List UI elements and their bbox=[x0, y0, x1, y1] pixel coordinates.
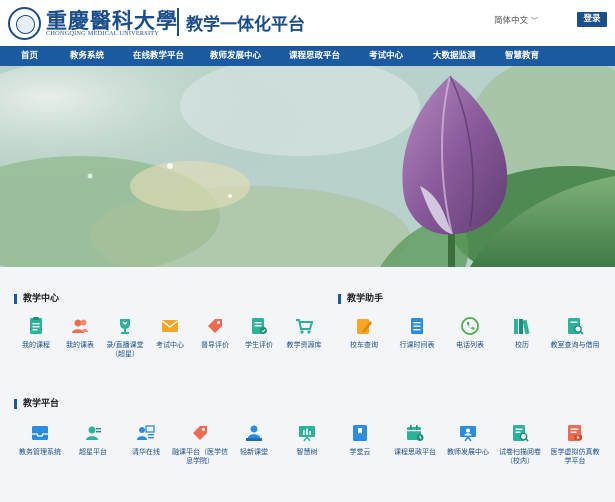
nav-item-ideology-platform[interactable]: 课程思政平台 bbox=[289, 46, 340, 66]
section-title-teaching-assistant: 教学助手 bbox=[338, 294, 383, 304]
users-icon bbox=[72, 319, 88, 333]
tile-recorded-live-class[interactable]: 录/直播课堂（超星） bbox=[103, 317, 147, 359]
tile-zhihuishu[interactable]: 智慧树 bbox=[285, 424, 329, 457]
teacher-icon bbox=[137, 425, 155, 440]
tile-label: 教师发展中心 bbox=[447, 448, 489, 456]
sim-icon bbox=[568, 425, 582, 441]
tile-supervisor-evaluation[interactable]: 督导评价 bbox=[193, 317, 237, 350]
main-nav: 首页 教务系统 在线教学平台 教师发展中心 课程思政平台 考试中心 大数据监测 … bbox=[0, 46, 615, 66]
platform-title: 教学一体化平台 bbox=[186, 15, 305, 35]
tile-my-schedule[interactable]: 我的课表 bbox=[58, 317, 102, 350]
tile-academic-management[interactable]: 教务管理系统 bbox=[16, 424, 64, 457]
tile-teaching-resources[interactable]: 教学资源库 bbox=[282, 317, 326, 350]
list-icon bbox=[411, 318, 423, 334]
tile-light-class[interactable]: 轻新课堂 bbox=[232, 424, 276, 457]
tile-label: 行课时间表 bbox=[399, 341, 435, 349]
nav-item-online-teaching[interactable]: 在线教学平台 bbox=[133, 46, 184, 66]
tile-label: 录/直播课堂（超星） bbox=[106, 341, 144, 358]
search-doc-icon bbox=[568, 318, 584, 335]
tile-label: 试卷扫描阅卷（校内） bbox=[499, 448, 541, 465]
inbox-icon bbox=[32, 426, 48, 440]
tile-tsinghua-online[interactable]: 清华在线 bbox=[124, 424, 168, 457]
tile-school-bus[interactable]: 校车查询 bbox=[342, 317, 386, 350]
section-title-teaching-platform: 教学平台 bbox=[14, 399, 59, 409]
phone-icon bbox=[461, 317, 479, 335]
tile-student-evaluation[interactable]: 学生评价 bbox=[237, 317, 281, 350]
tile-xuetangyun[interactable]: 学堂云 bbox=[338, 424, 382, 457]
form-icon bbox=[252, 318, 267, 334]
tile-label: 清华在线 bbox=[132, 448, 160, 456]
tile-school-calendar[interactable]: 校历 bbox=[500, 317, 544, 350]
doc-icon bbox=[30, 317, 42, 334]
scan-icon bbox=[513, 425, 529, 442]
tag-icon bbox=[208, 319, 222, 333]
title-divider bbox=[177, 8, 179, 36]
tile-label: 考试中心 bbox=[156, 341, 184, 349]
language-label: 简体中文 bbox=[494, 16, 529, 26]
hero-banner-image bbox=[0, 66, 615, 267]
tile-label: 智慧树 bbox=[296, 448, 318, 456]
class-icon bbox=[246, 425, 262, 441]
tile-label: 轻新课堂 bbox=[240, 448, 268, 456]
cart-icon bbox=[296, 319, 313, 334]
tile-label: 我的课程 bbox=[22, 341, 50, 349]
nav-item-smart-education[interactable]: 智慧教育 bbox=[505, 46, 539, 66]
nav-item-home[interactable]: 首页 bbox=[21, 46, 38, 66]
tile-label: 电话列表 bbox=[456, 341, 484, 349]
tile-my-courses[interactable]: 我的课程 bbox=[14, 317, 58, 350]
tile-ideology-course[interactable]: 课程思政平台 bbox=[389, 424, 441, 457]
tile-chaoxing[interactable]: 超星平台 bbox=[71, 424, 115, 457]
edit-icon bbox=[357, 319, 372, 334]
tile-label: 教学资源库 bbox=[286, 341, 322, 349]
calendar-icon bbox=[407, 425, 424, 441]
tile-label: 教务管理系统 bbox=[19, 448, 61, 456]
nav-item-teacher-development[interactable]: 教师发展中心 bbox=[210, 46, 261, 66]
tile-label: 融课平台（医学信息学院） bbox=[172, 448, 228, 465]
tile-teacher-development[interactable]: 教师发展中心 bbox=[443, 424, 493, 457]
section-title-teaching-center: 教学中心 bbox=[14, 294, 59, 304]
tile-class-timetable[interactable]: 行课时间表 bbox=[395, 317, 439, 350]
tile-label: 学生评价 bbox=[245, 341, 273, 349]
tile-label: 学堂云 bbox=[349, 448, 371, 456]
tile-label: 督导评价 bbox=[201, 341, 229, 349]
login-button[interactable]: 登录 bbox=[577, 12, 607, 27]
chevron-down-icon: ﹀ bbox=[531, 17, 539, 25]
tag-icon bbox=[193, 426, 207, 440]
trophy-icon bbox=[120, 319, 130, 334]
tile-label: 教室查询与借用 bbox=[550, 341, 600, 349]
university-name-en: CHONGQING MEDICAL UNIVERSITY bbox=[46, 30, 160, 37]
language-selector[interactable]: 简体中文 ﹀ bbox=[494, 14, 538, 26]
tile-label: 超星平台 bbox=[79, 448, 107, 456]
tile-rongke-platform[interactable]: 融课平台（医学信息学院） bbox=[170, 424, 230, 466]
tile-phone-list[interactable]: 电话列表 bbox=[448, 317, 492, 350]
screen-icon bbox=[460, 426, 476, 442]
tile-classroom-booking[interactable]: 教室查询与借用 bbox=[546, 317, 604, 350]
nav-item-academic-system[interactable]: 教务系统 bbox=[70, 46, 104, 66]
tile-exam-center[interactable]: 考试中心 bbox=[148, 317, 192, 350]
tile-medical-simulation[interactable]: 医学虚拟仿真教学平台 bbox=[550, 424, 600, 466]
tile-label: 我的课表 bbox=[66, 341, 94, 349]
person-card-icon bbox=[86, 426, 101, 440]
header: 重慶醫科大學 CHONGQING MEDICAL UNIVERSITY 教学一体… bbox=[0, 0, 615, 46]
university-seal-icon[interactable] bbox=[8, 7, 41, 40]
nav-item-exam-center[interactable]: 考试中心 bbox=[369, 46, 403, 66]
mail-icon bbox=[162, 320, 178, 332]
tile-label: 课程思政平台 bbox=[394, 448, 436, 456]
content-area: 教学中心 我的课程 我的课表 录/直播课堂（超星） 考试中心 督导评价 学生评价… bbox=[0, 267, 615, 502]
book-icon bbox=[353, 425, 367, 441]
tile-label: 校车查询 bbox=[350, 341, 378, 349]
books-icon bbox=[514, 319, 530, 335]
board-icon bbox=[299, 426, 315, 442]
tile-label: 医学虚拟仿真教学平台 bbox=[550, 448, 600, 465]
tile-label: 校历 bbox=[515, 341, 529, 349]
tile-exam-scanning[interactable]: 试卷扫描阅卷（校内） bbox=[499, 424, 541, 466]
nav-item-big-data[interactable]: 大数据监测 bbox=[433, 46, 476, 66]
